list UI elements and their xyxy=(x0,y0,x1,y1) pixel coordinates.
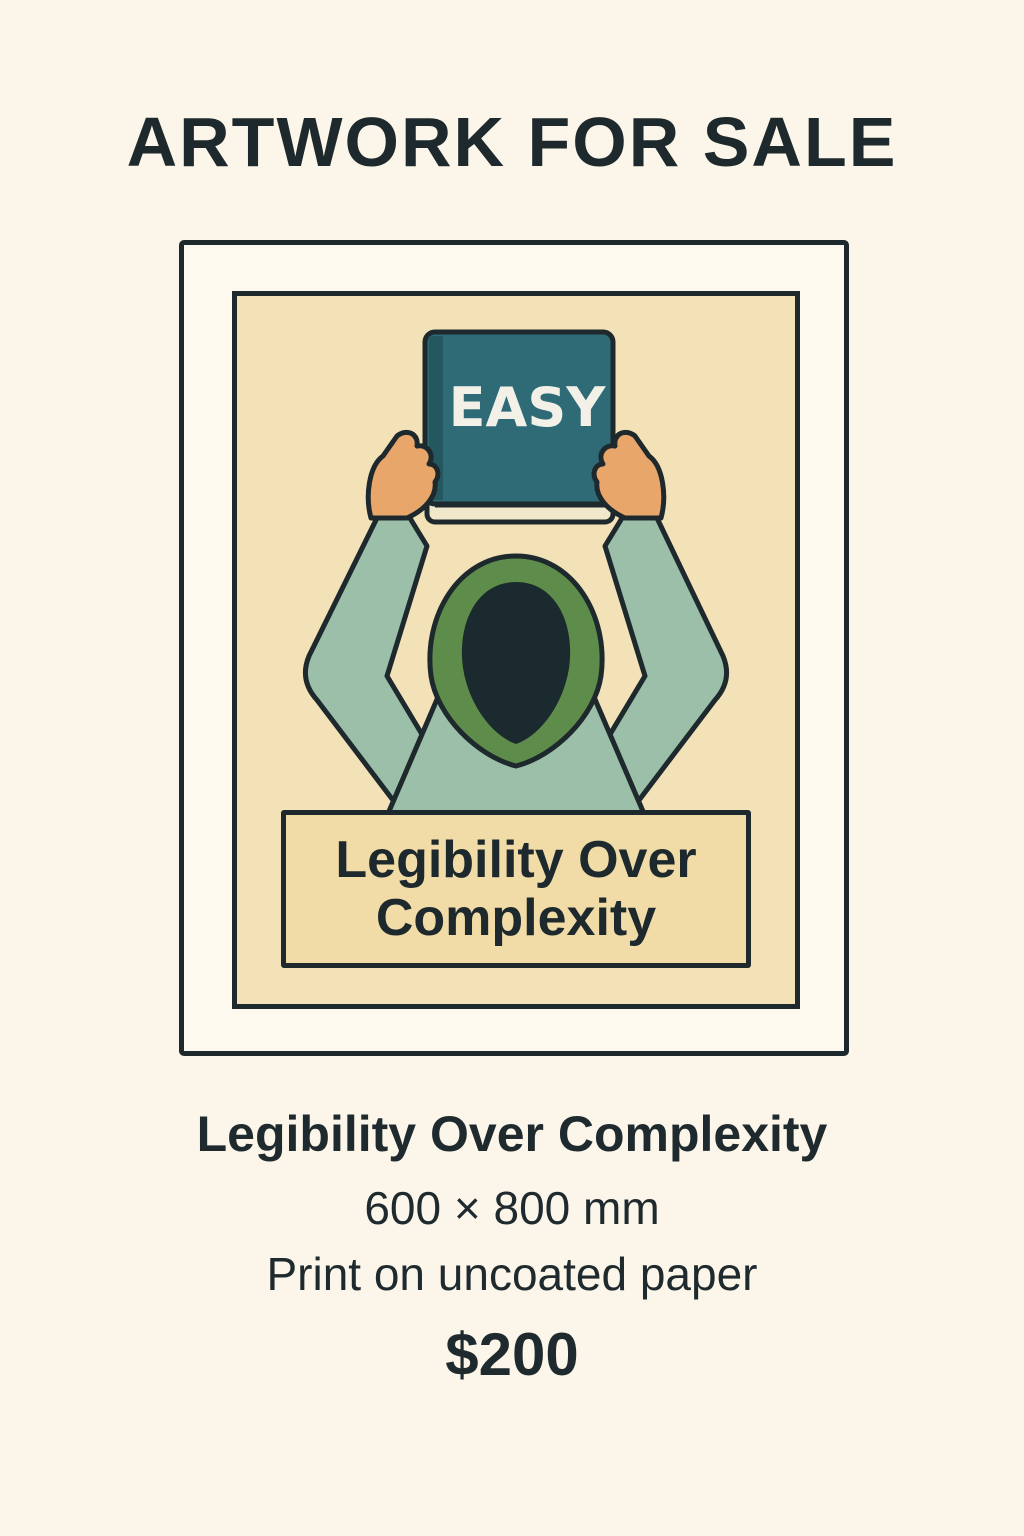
artwork-name: Legibility Over Complexity xyxy=(196,1106,828,1162)
artwork-caption-text: Legibility Over Complexity xyxy=(335,831,697,947)
artwork-price: $200 xyxy=(445,1321,579,1388)
page-title: ARTWORK FOR SALE xyxy=(126,103,898,181)
artwork-dimensions: 600 × 800 mm xyxy=(364,1182,660,1234)
artwork-frame: EASY Legibility Over Complexity xyxy=(179,240,849,1056)
artwork-medium: Print on uncoated paper xyxy=(266,1248,758,1300)
artwork-image[interactable]: EASY Legibility Over Complexity xyxy=(232,291,800,1009)
book-title: EASY xyxy=(449,376,607,439)
artwork-caption-box: Legibility Over Complexity xyxy=(281,810,751,968)
